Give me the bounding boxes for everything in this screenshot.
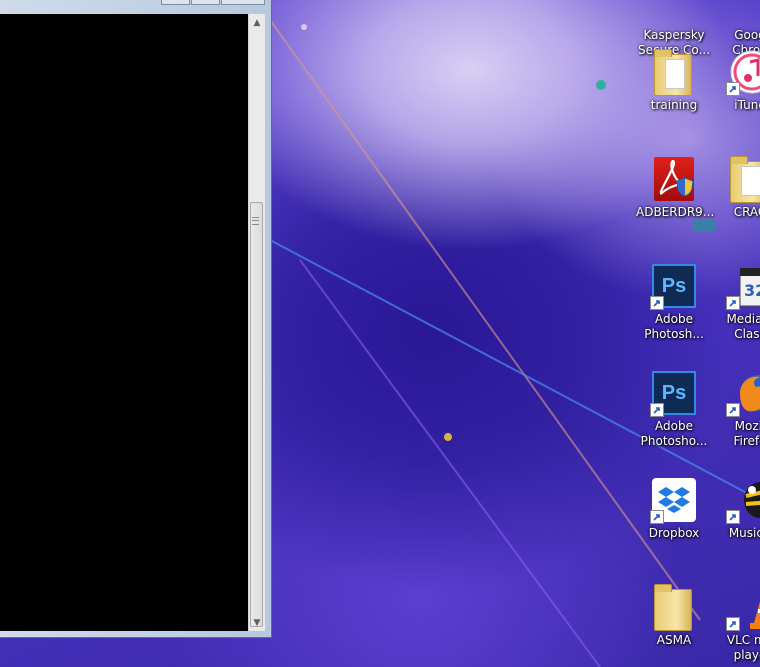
folder-icon [650,583,698,631]
musicbee-icon [726,476,760,524]
desktop-icon-training[interactable]: training [636,48,712,113]
desktop-icon-vlc[interactable]: VLC me playe [712,583,760,663]
maximize-button[interactable] [191,0,220,5]
firefox-icon [726,369,760,417]
desktop-icon-label: iTune [734,98,760,112]
desktop-icon-crack-folder[interactable]: CRAC [712,155,760,220]
console-window[interactable]: ▲ ▼ [0,0,272,638]
photoshop-icon: Ps [650,262,698,310]
shortcut-arrow-icon [726,296,740,310]
itunes-icon [726,48,760,96]
media-player-classic-icon: 321 [726,262,760,310]
vlc-icon [726,583,760,631]
scroll-up-arrow[interactable]: ▲ [249,14,265,31]
chrome-icon [726,0,760,26]
desktop-icon-label: CRAC [733,205,760,219]
kaspersky-icon [650,0,698,26]
desktop-icon-label: MusicB [728,526,760,540]
scroll-down-arrow[interactable]: ▼ [249,614,265,631]
scroll-thumb[interactable] [250,202,263,627]
desktop-icon-label: ASMA [656,633,692,647]
desktop-icon-label: training [650,98,698,112]
adobe-reader-icon [650,155,698,203]
svg-text:321: 321 [744,281,760,300]
desktop-icon-label: Adobe Photosh... [644,312,704,341]
desktop-icon-dropbox[interactable]: Dropbox [636,476,712,541]
vertical-scrollbar[interactable]: ▲ ▼ [248,14,265,631]
photoshop-icon: Ps [650,369,698,417]
shortcut-arrow-icon [650,510,664,524]
shortcut-arrow-icon [726,82,740,96]
shortcut-arrow-icon [726,510,740,524]
desktop-icon-asma[interactable]: ASMA [636,583,712,648]
desktop-icon-label: ADBERDR9... [636,205,715,219]
minimize-button[interactable] [161,0,190,5]
desktop-icon-label: Adobe Photosho... [640,419,708,448]
shortcut-arrow-icon [650,296,664,310]
close-button[interactable] [221,0,265,5]
desktop-icon-label: Mozil Firefo [733,419,760,448]
folder-icon [726,155,760,203]
shortcut-arrow-icon [726,403,740,417]
desktop-icon-photoshop-1[interactable]: Ps Adobe Photosh... [636,262,712,342]
desktop-icon-firefox[interactable]: Mozil Firefo [712,369,760,449]
desktop-icon-label: VLC me playe [726,633,760,662]
scroll-grip-icon [252,217,259,225]
console-output-area[interactable] [0,14,248,631]
desktop-icon-media-player-classic[interactable]: 321 Media P Class [712,262,760,342]
shortcut-arrow-icon [726,617,740,631]
dropbox-icon [650,476,698,524]
folder-icon [650,48,698,96]
desktop-icon-photoshop-2[interactable]: Ps Adobe Photosho... [636,369,712,449]
desktop-icon-label: Dropbox [648,526,700,540]
desktop-icon-label: Media P Class [726,312,760,341]
desktop-icon-adberdr[interactable]: ADBERDR9... [636,155,715,220]
uac-shield-icon [676,177,694,197]
desktop-icon-musicbee[interactable]: MusicB [712,476,760,541]
window-caption-buttons [160,0,265,5]
desktop-icon-itunes[interactable]: iTune [712,48,760,113]
shortcut-arrow-icon [650,403,664,417]
